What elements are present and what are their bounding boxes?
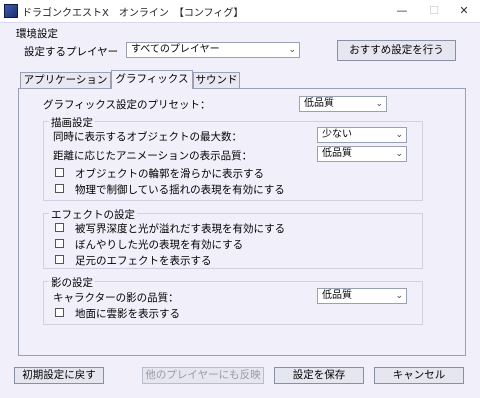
recommend-settings-button[interactable]: おすすめ設定を行う	[337, 40, 456, 61]
tab-graphics[interactable]: グラフィックス	[111, 70, 193, 89]
save-settings-button[interactable]: 設定を保存	[274, 367, 364, 384]
tab-sound[interactable]: サウンド	[193, 72, 240, 89]
preset-select[interactable]: 低品質 ⌄	[299, 96, 387, 112]
drawing-settings-title: 描画設定	[49, 115, 95, 130]
physics-sway-label: 物理で制御している揺れの表現を有効にする	[75, 184, 285, 196]
graphics-panel: グラフィックス設定のプリセット： 低品質 ⌄ 描画設定 同時に表示するオブジェク…	[18, 88, 466, 356]
reset-defaults-button[interactable]: 初期設定に戻す	[14, 367, 104, 384]
effect-settings-title: エフェクトの設定	[49, 207, 137, 222]
apply-to-others-button: 他のプレイヤーにも反映	[142, 367, 264, 384]
dof-label: 被写界深度と光が溢れだす表現を有効にする	[75, 223, 286, 235]
physics-sway-checkbox[interactable]	[55, 184, 64, 193]
title-bar: ドラゴンクエストX オンライン 【コンフィグ】 — ☐ ✕	[0, 0, 480, 23]
player-label: 設定するプレイヤー	[24, 46, 119, 58]
chevron-down-icon: ⌄	[395, 130, 403, 140]
env-section-label: 環境設定	[16, 28, 58, 40]
soft-light-checkbox[interactable]	[55, 239, 64, 248]
char-shadow-select-value: 低品質	[322, 290, 352, 301]
cloud-shadow-checkbox[interactable]	[55, 308, 64, 317]
app-icon	[4, 4, 18, 18]
maximize-button: ☐	[429, 4, 439, 17]
preset-select-value: 低品質	[304, 98, 334, 109]
chevron-down-icon: ⌄	[395, 291, 403, 301]
smooth-outline-checkbox[interactable]	[55, 168, 64, 177]
chevron-down-icon: ⌄	[395, 149, 403, 159]
tab-application[interactable]: アプリケーション	[20, 72, 111, 89]
cancel-button[interactable]: キャンセル	[374, 367, 464, 384]
preset-label: グラフィックス設定のプリセット：	[43, 99, 211, 111]
footstep-effect-checkbox[interactable]	[55, 255, 64, 264]
char-shadow-label: キャラクターの影の品質：	[53, 292, 179, 304]
anim-quality-label: 距離に応じたアニメーションの表示品質：	[53, 150, 253, 162]
cloud-shadow-label: 地面に雲影を表示する	[75, 308, 180, 320]
close-button[interactable]: ✕	[448, 0, 480, 22]
player-select[interactable]: すべてのプレイヤー ⌄	[126, 42, 300, 58]
shadow-settings-title: 影の設定	[49, 275, 95, 290]
max-objects-select-value: 少ない	[322, 129, 352, 140]
chevron-down-icon: ⌄	[375, 99, 383, 109]
dof-checkbox[interactable]	[55, 223, 64, 232]
minimize-button[interactable]: —	[386, 0, 418, 22]
player-select-value: すべてのプレイヤー	[131, 44, 220, 55]
chevron-down-icon: ⌄	[288, 45, 296, 55]
smooth-outline-label: オブジェクトの輪郭を滑らかに表示する	[75, 168, 264, 180]
anim-quality-select[interactable]: 低品質 ⌄	[317, 146, 407, 162]
char-shadow-select[interactable]: 低品質 ⌄	[317, 288, 407, 304]
footstep-effect-label: 足元のエフェクトを表示する	[75, 255, 212, 267]
max-objects-label: 同時に表示するオブジェクトの最大数：	[53, 131, 242, 143]
max-objects-select[interactable]: 少ない ⌄	[317, 127, 407, 143]
soft-light-label: ぼんやりした光の表現を有効にする	[75, 239, 244, 251]
anim-quality-select-value: 低品質	[322, 148, 352, 159]
window-title: ドラゴンクエストX オンライン 【コンフィグ】	[22, 8, 244, 19]
